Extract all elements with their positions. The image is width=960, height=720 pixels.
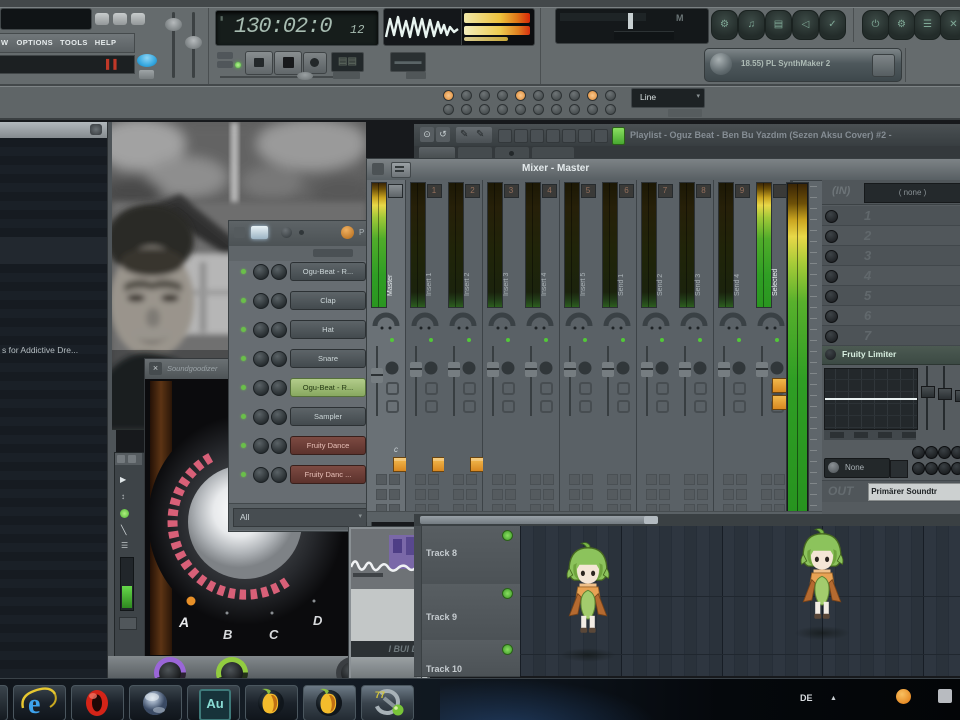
svg-text:77: 77 <box>375 690 385 700</box>
svg-text:C: C <box>269 627 279 642</box>
svg-text:B: B <box>223 627 232 642</box>
svg-text:D: D <box>313 613 323 628</box>
svg-text:A: A <box>178 614 189 630</box>
